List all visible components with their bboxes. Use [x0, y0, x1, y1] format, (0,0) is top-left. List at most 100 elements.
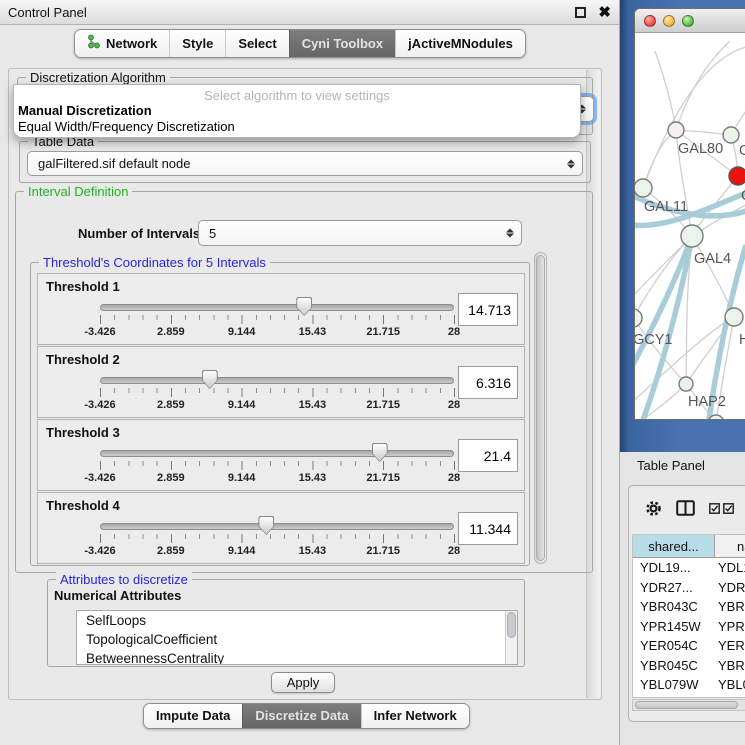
tab-jactivemnodules[interactable]: jActiveMNodules: [395, 30, 525, 57]
discretization-algorithm-label: Discretization Algorithm: [26, 70, 170, 85]
attributes-group: Attributes to discretize Numerical Attri…: [47, 579, 525, 667]
table-row[interactable]: YLR345WYLR3: [633, 695, 745, 699]
attributes-list-scrollbar[interactable]: [505, 611, 517, 664]
gear-icon[interactable]: [645, 500, 662, 517]
table-cell: YBR0: [715, 597, 745, 617]
table-row[interactable]: YPR145WYPR1: [633, 617, 745, 637]
table-row[interactable]: YBR043CYBR0: [633, 597, 745, 617]
threshold-label: Threshold 2: [46, 352, 120, 367]
table-data-selected: galFiltered.sif default node: [38, 156, 190, 171]
mac-zoom-light[interactable]: [682, 15, 694, 27]
tab-select[interactable]: Select: [225, 30, 288, 57]
tick-label: 21.715: [351, 472, 415, 484]
table-data-group: Table Data galFiltered.sif default node: [19, 141, 591, 183]
network-edge: [655, 51, 676, 130]
slider-ticks: [100, 315, 455, 324]
tab-infer-network[interactable]: Infer Network: [361, 704, 469, 728]
network-node-g[interactable]: [723, 127, 739, 143]
attribute-item-selfloops[interactable]: SelfLoops: [77, 611, 517, 630]
network-node-h[interactable]: [725, 308, 743, 326]
tab-discretize-data[interactable]: Discretize Data: [242, 704, 360, 728]
attribute-item-betweennesscentrality[interactable]: BetweennessCentrality: [77, 649, 517, 665]
column-header-shared-[interactable]: shared...: [633, 535, 715, 558]
table-row[interactable]: YER054CYER0: [633, 636, 745, 656]
slider-track[interactable]: [100, 377, 454, 384]
table-row[interactable]: YDR27...YDR2: [633, 578, 745, 598]
apply-button[interactable]: Apply: [271, 672, 335, 693]
table-horizontal-scrollbar[interactable]: [632, 699, 745, 711]
network-edge: [643, 47, 745, 188]
table-row[interactable]: YBR045CYBR0: [633, 656, 745, 676]
slider-thumb[interactable]: [296, 297, 312, 316]
threshold-value-input[interactable]: [458, 512, 518, 545]
node-label: HAP2: [688, 394, 726, 410]
network-canvas[interactable]: GAL80GCGAL11GAL4GCY1HHAP2: [635, 33, 745, 420]
network-node-gal11[interactable]: [635, 179, 652, 197]
threshold-value-input[interactable]: [458, 293, 518, 326]
network-icon: [87, 34, 101, 52]
threshold-label: Threshold 4: [46, 498, 120, 513]
network-window-titlebar: [635, 9, 745, 33]
network-node-c[interactable]: [729, 167, 745, 185]
checkbox-icon[interactable]: [723, 503, 734, 514]
tick-label: 2.859: [139, 326, 203, 338]
interval-definition-label: Interval Definition: [24, 184, 132, 199]
algorithm-option-manual-discretization[interactable]: Manual Discretization: [14, 103, 580, 119]
slider-thumb[interactable]: [202, 370, 218, 389]
algorithm-option-equal-width-frequency-discretization[interactable]: Equal Width/Frequency Discretization: [14, 119, 580, 135]
table-cell: YPR1: [715, 617, 745, 637]
checkbox-icon[interactable]: [709, 503, 720, 514]
thresholds-vertical-scrollbar[interactable]: [534, 252, 547, 564]
slider-track[interactable]: [100, 450, 454, 457]
threshold-value-input[interactable]: [458, 439, 518, 472]
tab-style[interactable]: Style: [169, 30, 225, 57]
tick-label: 2.859: [139, 545, 203, 557]
slider-track[interactable]: [100, 304, 454, 311]
slider-thumb[interactable]: [372, 443, 388, 462]
tick-label: 15.43: [280, 545, 344, 557]
column-header-name[interactable]: name: [715, 535, 745, 558]
threshold-value-input[interactable]: [458, 366, 518, 399]
thresholds-group-label: Threshold's Coordinates for 5 Intervals: [39, 255, 270, 270]
float-window-icon[interactable]: [575, 7, 586, 18]
slider-thumb[interactable]: [258, 516, 274, 535]
number-of-intervals-spinner[interactable]: 5: [198, 220, 522, 246]
table-row[interactable]: YBL079WYBL0: [633, 675, 745, 695]
attributes-group-label: Attributes to discretize: [56, 572, 192, 587]
network-view-window: GAL80GCGAL11GAL4GCY1HHAP2: [634, 8, 745, 420]
node-label: GAL80: [678, 141, 723, 157]
tab-network[interactable]: Network: [75, 30, 169, 57]
mac-close-light[interactable]: [644, 15, 656, 27]
tick-label: 28: [422, 399, 486, 411]
table-row[interactable]: YDL19...YDL1: [633, 558, 745, 578]
table-cell: YBL0: [715, 675, 745, 695]
close-icon[interactable]: ✖: [598, 7, 611, 18]
table-cell: YLR345W: [633, 695, 715, 699]
tab-impute-data[interactable]: Impute Data: [144, 704, 242, 728]
network-node-hap2[interactable]: [679, 377, 693, 391]
split-columns-icon[interactable]: [676, 500, 695, 516]
screenshot-root: Control Panel ✖ NetworkStyleSelectCyni T…: [0, 0, 745, 745]
slider-track[interactable]: [100, 523, 454, 530]
tab-cyni-toolbox[interactable]: Cyni Toolbox: [289, 30, 395, 57]
network-node-gal4[interactable]: [681, 225, 703, 247]
algorithm-placeholder-option[interactable]: Select algorithm to view settings: [14, 85, 580, 103]
slider-ticks: [100, 388, 455, 397]
network-window-frame: GAL80GCGAL11GAL4GCY1HHAP2: [620, 0, 745, 452]
bottom-tab-bar: Impute DataDiscretize DataInfer Network: [143, 703, 470, 729]
table-data-combobox[interactable]: galFiltered.sif default node: [27, 151, 583, 176]
tick-label: -3.426: [68, 545, 132, 557]
tick-label: -3.426: [68, 399, 132, 411]
table-cell: YER0: [715, 636, 745, 656]
tick-label: 28: [422, 545, 486, 557]
table-cell: YBR0: [715, 656, 745, 676]
threshold-label: Threshold 3: [46, 425, 120, 440]
cyni-toolbox-panel: Discretization Algorithm Select algorith…: [8, 68, 602, 700]
attribute-item-topologicalcoefficient[interactable]: TopologicalCoefficient: [77, 630, 517, 649]
node-label: G: [739, 143, 745, 159]
mac-minimize-light[interactable]: [663, 15, 675, 27]
network-node-gcy1[interactable]: [635, 309, 642, 327]
tick-label: -3.426: [68, 326, 132, 338]
slider-ticks: [100, 534, 455, 543]
network-node-gal80[interactable]: [668, 122, 684, 138]
